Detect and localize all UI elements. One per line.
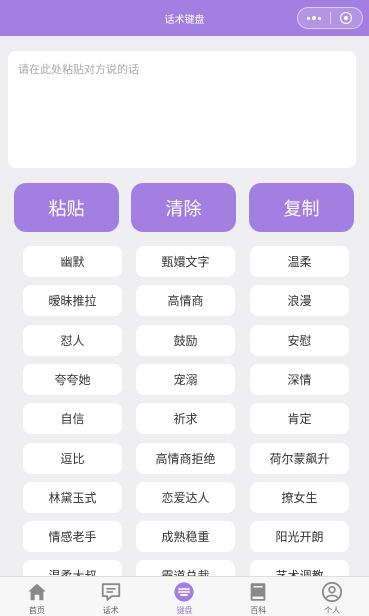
style-category-button[interactable]: 艺术调教 xyxy=(250,560,349,576)
style-category-button[interactable]: 霸道总裁 xyxy=(136,560,235,576)
mini-program-capsule xyxy=(297,7,363,29)
style-category-button[interactable]: 自信 xyxy=(23,403,122,434)
tab-scripts[interactable]: 话术 xyxy=(74,577,148,616)
message-input[interactable] xyxy=(8,51,356,168)
clear-button[interactable]: 清除 xyxy=(131,183,236,232)
style-category-button[interactable]: 深情 xyxy=(250,364,349,395)
style-category-button[interactable]: 成熟稳重 xyxy=(136,521,235,552)
style-category-button[interactable]: 高情商拒绝 xyxy=(136,443,235,474)
style-category-button[interactable]: 宠溺 xyxy=(136,364,235,395)
tab-profile-label: 个人 xyxy=(324,606,341,615)
style-category-button[interactable]: 鼓励 xyxy=(136,325,235,356)
style-category-button[interactable]: 甄嬛文字 xyxy=(136,246,235,277)
style-category-button[interactable]: 安慰 xyxy=(250,325,349,356)
style-category-button[interactable]: 祈求 xyxy=(136,403,235,434)
tab-keyboard[interactable]: 键盘 xyxy=(148,577,222,616)
action-buttons: 粘贴 清除 复制 xyxy=(14,183,354,232)
style-category-button[interactable]: 夸夸她 xyxy=(23,364,122,395)
navigation-bar: 话术键盘 xyxy=(0,0,369,36)
paste-button[interactable]: 粘贴 xyxy=(14,183,119,232)
book-icon xyxy=(250,583,266,601)
style-category-button[interactable]: 阳光开朗 xyxy=(250,521,349,552)
style-category-button[interactable]: 林黛玉式 xyxy=(23,482,122,513)
tab-encyclopedia[interactable]: 百科 xyxy=(221,577,295,616)
style-category-button[interactable]: 肯定 xyxy=(250,403,349,434)
more-button[interactable] xyxy=(298,8,330,28)
tab-keyboard-label: 键盘 xyxy=(176,606,193,615)
style-category-button[interactable]: 撩女生 xyxy=(250,482,349,513)
keyboard-icon xyxy=(174,582,195,602)
style-category-button[interactable]: 暧昧推拉 xyxy=(23,285,122,316)
style-category-button[interactable]: 高情商 xyxy=(136,285,235,316)
user-icon xyxy=(321,581,343,603)
style-category-button[interactable]: 温柔 xyxy=(250,246,349,277)
page-title: 话术键盘 xyxy=(164,14,205,26)
style-category-button[interactable]: 怼人 xyxy=(23,325,122,356)
tab-bar: 首页 话术 键盘 百科 个人 xyxy=(0,576,369,616)
style-category-button[interactable]: 情感老手 xyxy=(23,521,122,552)
tab-encyclopedia-label: 百科 xyxy=(250,606,267,615)
style-category-button[interactable]: 幽默 xyxy=(23,246,122,277)
close-mini-program-button[interactable] xyxy=(331,8,363,28)
home-icon xyxy=(28,583,46,601)
tab-profile[interactable]: 个人 xyxy=(295,577,369,616)
more-dots-icon xyxy=(306,16,321,20)
style-category-button[interactable]: 荷尔蒙飙升 xyxy=(250,443,349,474)
tab-home-label: 首页 xyxy=(28,606,45,615)
style-category-button[interactable]: 恋爱达人 xyxy=(136,482,235,513)
chat-icon xyxy=(101,583,120,601)
tab-scripts-label: 话术 xyxy=(102,606,119,615)
style-category-button[interactable]: 逗比 xyxy=(23,443,122,474)
close-target-icon xyxy=(340,12,353,24)
copy-button[interactable]: 复制 xyxy=(249,183,354,232)
style-category-grid: 幽默 甄嬛文字 温柔暧昧推拉 高情商 浪漫怼人 鼓励 安慰夸夸她 宠溺 深情自信 祈求 肯定逗比 高情… xyxy=(23,246,349,576)
tab-home[interactable]: 首页 xyxy=(0,577,74,616)
style-category-button[interactable]: 温柔大叔 xyxy=(23,560,122,576)
style-category-button[interactable]: 浪漫 xyxy=(250,285,349,316)
